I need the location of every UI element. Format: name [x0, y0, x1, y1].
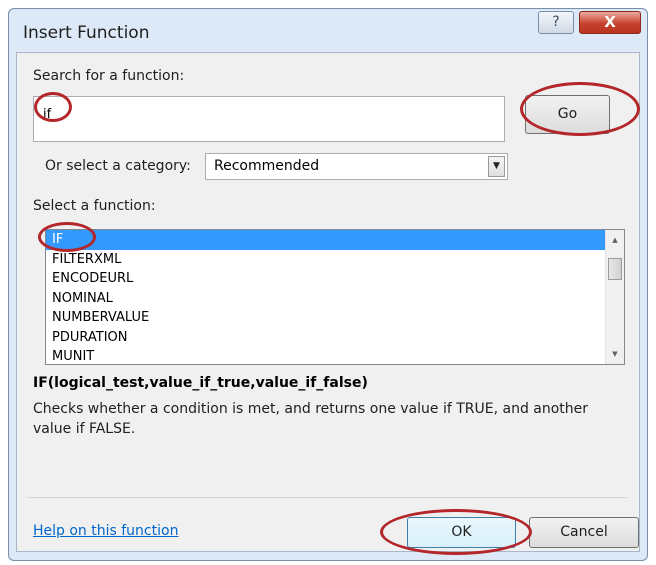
list-item[interactable]: NOMINAL	[46, 289, 608, 309]
close-icon: X	[604, 13, 616, 31]
scroll-thumb[interactable]	[608, 258, 622, 280]
category-label: Or select a category:	[45, 158, 191, 174]
cancel-button-label: Cancel	[560, 524, 608, 540]
function-description: Checks whether a condition is met, and r…	[33, 401, 589, 437]
list-item[interactable]: MUNIT	[46, 347, 608, 364]
list-scrollbar[interactable]: ▲ ▼	[605, 230, 624, 364]
divider	[27, 497, 627, 498]
chevron-down-icon[interactable]: ▼	[488, 156, 505, 177]
annotation-ring-search	[34, 92, 72, 122]
function-list[interactable]: IF FILTERXML ENCODEURL NOMINAL NUMBERVAL…	[45, 229, 625, 365]
category-select[interactable]: Recommended ▼	[205, 153, 508, 180]
help-on-function-link[interactable]: Help on this function	[33, 523, 178, 539]
list-item[interactable]: FILTERXML	[46, 250, 608, 270]
list-item[interactable]: NUMBERVALUE	[46, 308, 608, 328]
annotation-ring-if	[38, 222, 96, 252]
function-items: IF FILTERXML ENCODEURL NOMINAL NUMBERVAL…	[46, 230, 608, 364]
category-value: Recommended	[214, 158, 320, 174]
title-bar: Insert Function ? X	[9, 9, 647, 51]
search-input[interactable]: if	[33, 96, 505, 142]
search-label: Search for a function:	[33, 68, 185, 84]
close-button[interactable]: X	[579, 11, 641, 34]
list-item[interactable]: IF	[46, 230, 608, 250]
list-item[interactable]: PDURATION	[46, 328, 608, 348]
help-icon: ?	[552, 14, 560, 30]
function-list-label: Select a function:	[33, 198, 156, 214]
dialog-title: Insert Function	[23, 23, 150, 43]
function-syntax: IF(logical_test,value_if_true,value_if_f…	[33, 375, 368, 391]
help-button[interactable]: ?	[538, 11, 574, 34]
scroll-up-icon[interactable]: ▲	[606, 232, 624, 248]
annotation-ring-go	[520, 82, 640, 136]
cancel-button[interactable]: Cancel	[529, 517, 639, 548]
annotation-ring-ok	[380, 509, 532, 555]
list-item[interactable]: ENCODEURL	[46, 269, 608, 289]
scroll-down-icon[interactable]: ▼	[606, 346, 624, 362]
